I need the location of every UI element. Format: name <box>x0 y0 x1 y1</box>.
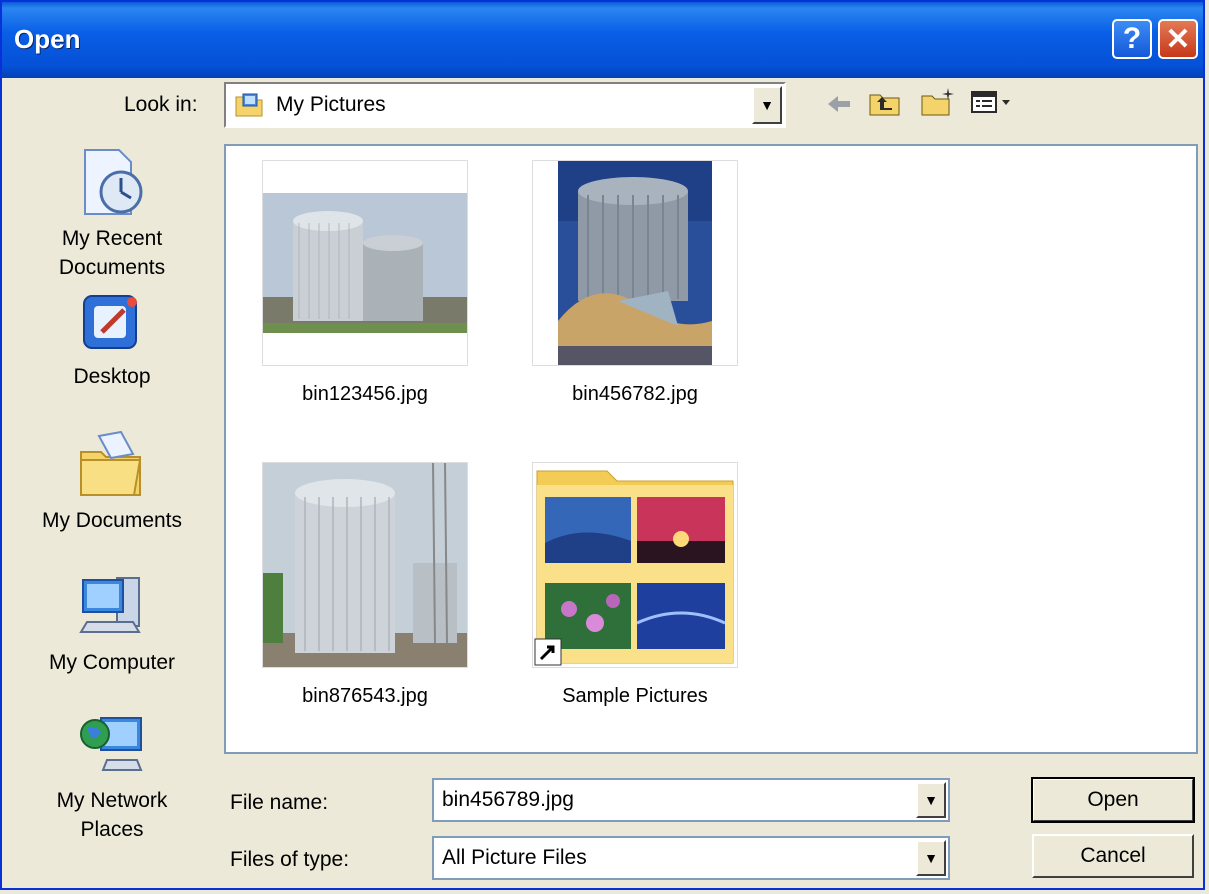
grain-bin-photo-icon <box>263 193 467 333</box>
network-places-icon <box>80 717 143 771</box>
place-label-line2: Places <box>80 818 144 841</box>
desktop-icon <box>83 295 137 349</box>
file-name-label: bin123456.jpg <box>302 383 428 405</box>
collapsed-bin-photo-icon <box>558 161 712 365</box>
title-bar[interactable]: Open ? ✕ <box>2 2 1203 78</box>
my-pictures-folder-icon <box>235 93 263 117</box>
image-thumbnail <box>532 160 738 366</box>
file-name-combobox[interactable]: bin456789.jpg ▼ <box>432 778 950 822</box>
open-dialog: Open ? ✕ Look in: My Pictures ▼ My Recen… <box>0 0 1205 890</box>
view-menu-icon[interactable] <box>970 90 1014 116</box>
up-folder-icon[interactable] <box>868 88 902 118</box>
place-my-recent-documents[interactable]: My Recent Documents <box>12 146 212 282</box>
image-thumbnail <box>262 462 468 668</box>
open-button[interactable]: Open <box>1031 777 1195 823</box>
look-in-dropdown[interactable]: My Pictures ▼ <box>224 82 786 128</box>
file-name-value[interactable]: bin456789.jpg <box>442 788 574 812</box>
folder-name-label: Sample Pictures <box>562 685 708 707</box>
file-name-dropdown-arrow[interactable]: ▼ <box>916 782 946 818</box>
recent-documents-icon <box>84 149 143 215</box>
place-desktop[interactable]: Desktop <box>12 292 212 391</box>
help-icon: ? <box>1122 22 1142 55</box>
place-label: Desktop <box>73 365 151 388</box>
file-type-dropdown[interactable]: All Picture Files ▼ <box>432 836 950 880</box>
place-label: My Computer <box>48 651 176 674</box>
window-title: Open <box>14 24 81 54</box>
place-my-computer[interactable]: My Computer <box>12 570 212 677</box>
image-thumbnail <box>262 160 468 366</box>
new-folder-icon[interactable] <box>920 86 956 118</box>
file-name-label: File name: <box>230 791 329 814</box>
file-type-dropdown-arrow[interactable]: ▼ <box>916 840 946 876</box>
cancel-button[interactable]: Cancel <box>1032 834 1194 878</box>
look-in-label: Look in: <box>124 93 198 116</box>
place-my-documents[interactable]: My Documents <box>12 430 212 535</box>
place-label-line1: My Recent <box>61 227 163 250</box>
file-tile[interactable]: bin123456.jpg <box>262 160 468 406</box>
look-in-dropdown-arrow[interactable]: ▼ <box>752 86 782 124</box>
place-label-line2: Documents <box>58 256 166 279</box>
folder-tile[interactable]: Sample Pictures <box>532 462 738 708</box>
file-name-label: bin456782.jpg <box>572 383 698 405</box>
chevron-down-icon: ▼ <box>924 850 938 866</box>
file-name-label: bin876543.jpg <box>302 685 428 707</box>
grain-bin-tower-photo-icon <box>263 463 467 667</box>
place-my-network-places[interactable]: My Network Places <box>12 708 212 844</box>
file-tile[interactable]: bin456782.jpg <box>532 160 738 406</box>
chevron-down-icon: ▼ <box>760 97 774 113</box>
sample-pictures-folder-icon <box>534 470 734 666</box>
place-label-line1: My Network <box>56 789 168 812</box>
help-button[interactable]: ? <box>1112 19 1152 59</box>
close-icon: ✕ <box>1165 22 1191 56</box>
chevron-down-icon: ▼ <box>924 792 938 808</box>
file-type-value: All Picture Files <box>442 846 587 869</box>
my-documents-icon <box>80 430 142 496</box>
my-computer-icon <box>79 577 141 633</box>
place-label: My Documents <box>41 509 183 532</box>
close-button[interactable]: ✕ <box>1158 19 1198 59</box>
file-tile[interactable]: bin876543.jpg <box>262 462 468 708</box>
folder-thumbnail <box>532 462 738 668</box>
places-bar: My Recent Documents Desktop My Documents <box>12 140 212 855</box>
file-list[interactable]: bin123456.jpg bin456782.jpg bin876543.jp… <box>224 144 1198 754</box>
back-arrow-icon[interactable] <box>824 93 854 115</box>
file-type-label: Files of type: <box>230 848 350 871</box>
look-in-value: My Pictures <box>276 93 386 116</box>
